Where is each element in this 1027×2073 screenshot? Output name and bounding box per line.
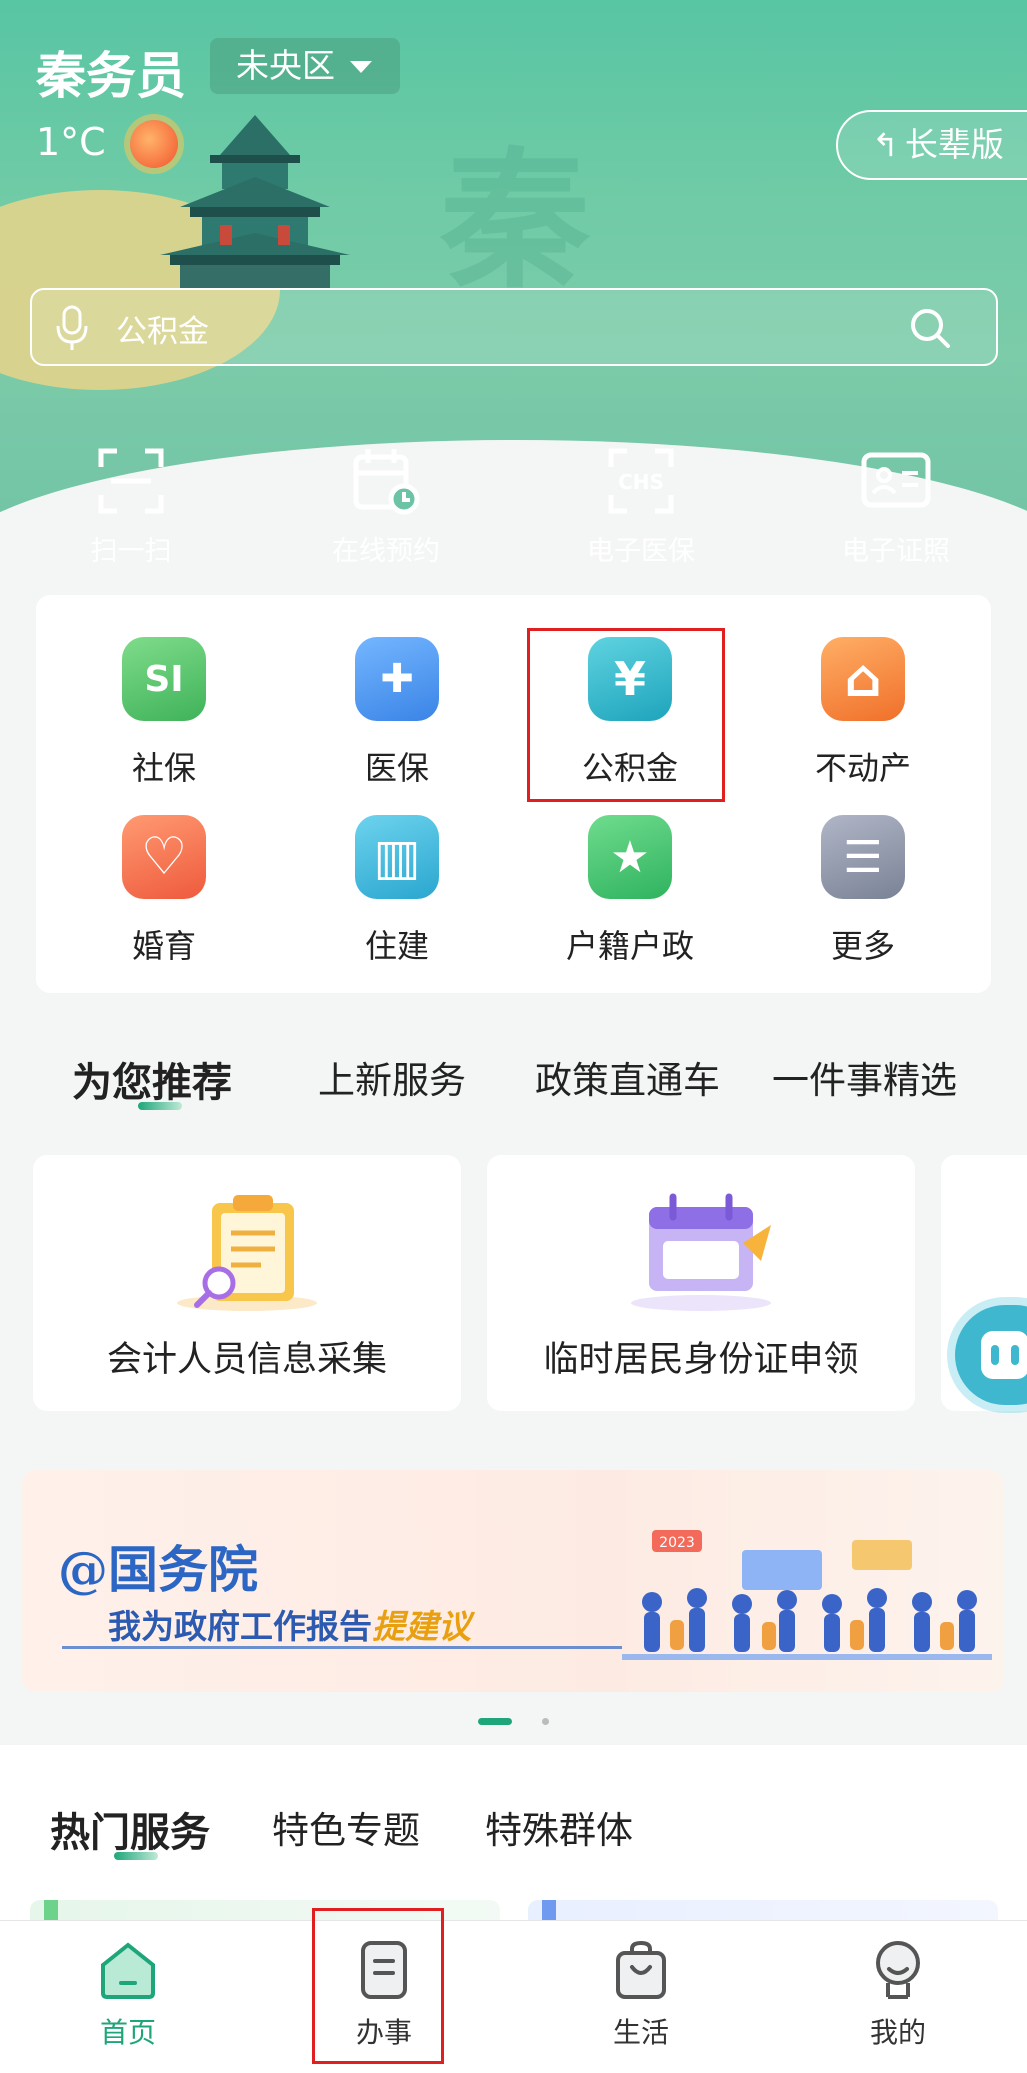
banner-title: @国务院: [58, 1540, 258, 1599]
search-icon[interactable]: [908, 306, 952, 350]
recommend-tabs: 为您推荐 上新服务 政策直通车 一件事精选: [0, 1050, 1027, 1120]
hot-tabs: 热门服务 特色专题 特殊群体: [0, 1800, 1027, 1870]
service-label: 医保: [364, 749, 429, 787]
tab-special-groups[interactable]: 特殊群体: [485, 1800, 633, 1854]
service-social-security[interactable]: SI 社保: [74, 637, 254, 789]
service-label: 户籍户政: [565, 927, 694, 965]
house-icon: ⌂: [821, 637, 905, 721]
nav-life[interactable]: 生活: [561, 1939, 721, 2051]
tab-featured-topics[interactable]: 特色专题: [272, 1800, 420, 1854]
recommend-card[interactable]: 会计人员信息采集: [33, 1155, 461, 1411]
tab-one-thing[interactable]: 一件事精选: [772, 1050, 957, 1104]
highlight-box-services: [312, 1908, 444, 2064]
service-grid: SI 社保 ✚ 医保 ¥ 公积金 ⌂ 不动产 ♡ 婚育 ▥ 住建 ★ 户籍户政 …: [36, 595, 991, 993]
calendar-card-icon: [631, 1193, 771, 1311]
id-card-icon: [861, 452, 931, 508]
back-arrow-icon: ↰: [872, 126, 899, 164]
banner-subtitle-emphasis: 提建议: [372, 1607, 471, 1646]
nav-profile[interactable]: 我的: [818, 1939, 978, 2051]
tab-policy[interactable]: 政策直通车: [535, 1050, 720, 1104]
elder-mode-label: 长辈版: [904, 125, 1004, 164]
district-label: 未央区: [236, 46, 335, 85]
highlight-box-housing-fund: [527, 628, 725, 802]
tab-recommended[interactable]: 为您推荐: [72, 1050, 232, 1108]
tab-hot-services[interactable]: 热门服务: [50, 1800, 210, 1858]
crowd-illustration-icon: 2023: [622, 1530, 992, 1660]
temperature: 1°C: [36, 120, 106, 164]
recommend-card[interactable]: 临时居民身份证申领: [487, 1155, 915, 1411]
banner[interactable]: @国务院 我为政府工作报告提建议 2023: [22, 1470, 1004, 1692]
service-label: 婚育: [131, 927, 196, 965]
user-icon: [876, 1941, 920, 1999]
service-household-registration[interactable]: ★ 户籍户政: [540, 815, 720, 967]
banner-subtitle: 我为政府工作报告提建议: [108, 1600, 471, 1648]
service-label: 不动产: [814, 749, 911, 787]
app-title: 秦务员: [36, 47, 186, 105]
bottom-nav: 首页 办事 生活 我的: [0, 1920, 1027, 2073]
chs-card-icon: CHS: [608, 448, 674, 514]
service-label: 更多: [830, 927, 895, 965]
quick-action-medical-insurance[interactable]: CHS 电子医保: [541, 445, 741, 568]
header: 秦 秦务员 未央区 1°C ↰ 长辈版 公积金 扫一扫 在线预约 CHS 电子医…: [0, 0, 1027, 640]
nav-label: 我的: [869, 2016, 926, 2049]
nav-label: 首页: [99, 2016, 156, 2049]
calendar-clock-icon: [353, 449, 420, 515]
home-icon: [101, 1942, 155, 1999]
quick-action-label: 在线预约: [332, 536, 440, 567]
heart-icon: ♡: [122, 815, 206, 899]
quick-action-e-license[interactable]: 电子证照: [796, 445, 996, 568]
quick-action-label: 电子证照: [842, 536, 950, 567]
quick-action-label: 电子医保: [587, 536, 695, 567]
search-bar[interactable]: 公积金: [30, 288, 998, 366]
svg-text:CHS: CHS: [618, 470, 664, 494]
district-selector[interactable]: 未央区: [210, 38, 400, 94]
shield-plus-icon: ✚: [355, 637, 439, 721]
police-badge-icon: ★: [588, 815, 672, 899]
robot-icon: [981, 1331, 1027, 1379]
tab-indicator: [114, 1852, 158, 1860]
service-label: 社保: [131, 749, 196, 787]
quick-action-label: 扫一扫: [90, 536, 172, 567]
carousel-dot: [542, 1718, 549, 1725]
decor-calligraphy: 秦: [440, 133, 611, 309]
tab-new-services[interactable]: 上新服务: [318, 1050, 466, 1104]
recommend-card-label: 临时居民身份证申领: [543, 1340, 859, 1380]
microphone-icon[interactable]: [54, 304, 90, 352]
service-medical-insurance[interactable]: ✚ 医保: [307, 637, 487, 789]
service-more[interactable]: ☰ 更多: [773, 815, 953, 967]
service-construction[interactable]: ▥ 住建: [307, 815, 487, 967]
carousel-dot-active: [478, 1718, 512, 1725]
banner-subtitle-text: 我为政府工作报告: [108, 1607, 372, 1646]
chevron-down-icon: [350, 61, 372, 73]
service-label: 住建: [364, 927, 429, 965]
clipboard-search-icon: [177, 1195, 317, 1311]
banner-underline: [62, 1646, 622, 1649]
shopping-bag-icon: [616, 1940, 666, 1999]
service-marriage-birth[interactable]: ♡ 婚育: [74, 815, 254, 967]
si-icon: SI: [122, 637, 206, 721]
scan-icon: [98, 448, 164, 514]
search-input[interactable]: 公积金: [116, 306, 209, 351]
banner-badge: 2023: [659, 1535, 695, 1551]
nav-home[interactable]: 首页: [48, 1939, 208, 2051]
quick-action-scan[interactable]: 扫一扫: [31, 445, 231, 568]
more-icon: ☰: [821, 815, 905, 899]
nav-label: 生活: [612, 2016, 669, 2049]
quick-action-appointment[interactable]: 在线预约: [286, 445, 486, 568]
pavilion-icon: [160, 115, 350, 290]
tab-indicator: [138, 1102, 182, 1110]
elder-mode-button[interactable]: ↰ 长辈版: [836, 110, 1027, 180]
building-icon: ▥: [355, 815, 439, 899]
recommend-card-label: 会计人员信息采集: [106, 1340, 387, 1380]
service-real-estate[interactable]: ⌂ 不动产: [773, 637, 953, 789]
